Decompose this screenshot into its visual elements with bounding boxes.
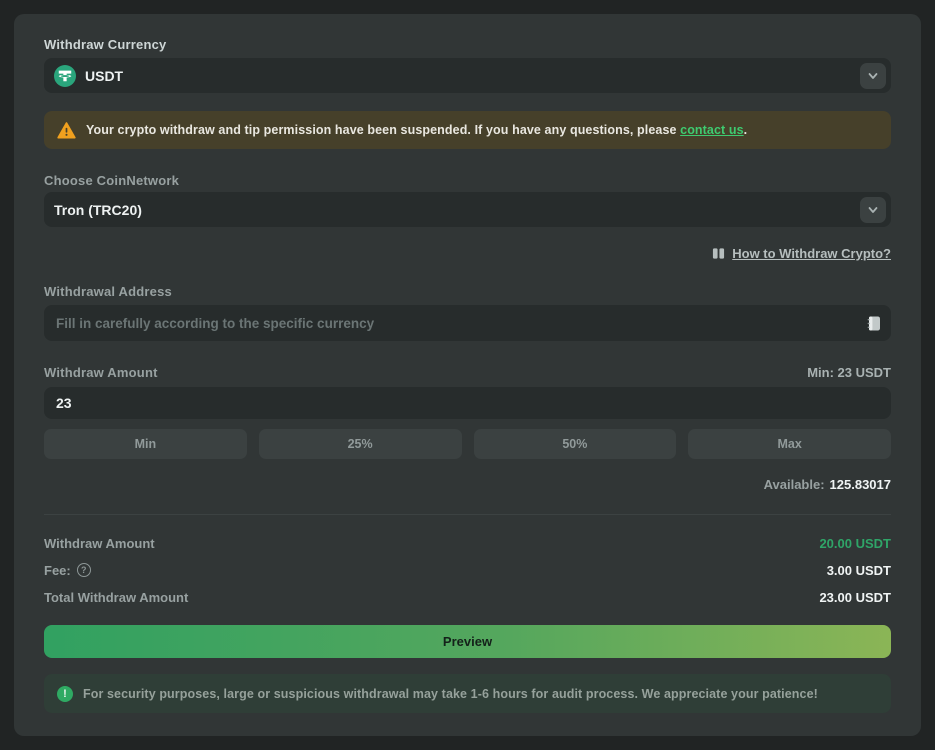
percent-50-button[interactable]: 50% [474,429,677,459]
summary-row-fee: Fee: ? 3.00 USDT [44,562,891,578]
min-button[interactable]: Min [44,429,247,459]
currency-selected-value: USDT [85,68,860,84]
min-amount-label: Min: 23 USDT [807,365,891,380]
summary-amount-value: 20.00 USDT [819,536,891,551]
contact-us-link[interactable]: contact us [680,123,744,137]
help-link-row: How to Withdraw Crypto? [44,245,891,262]
warning-text-suffix: . [744,123,748,137]
suspension-warning-text: Your crypto withdraw and tip permission … [86,123,747,137]
network-select[interactable]: Tron (TRC20) [44,192,891,227]
preview-button[interactable]: Preview [44,625,891,658]
quick-amount-buttons: Min 25% 50% Max [44,429,891,459]
suspension-warning-banner: Your crypto withdraw and tip permission … [44,111,891,149]
warning-triangle-icon [57,122,76,139]
currency-select[interactable]: USDT [44,58,891,93]
info-exclamation-icon: ! [57,686,73,702]
tether-icon [54,65,76,87]
withdraw-amount-field [44,387,891,419]
withdraw-amount-label: Withdraw Amount [44,365,158,380]
paste-icon[interactable] [866,315,882,332]
summary-fee-label: Fee: ? [44,563,91,578]
summary-total-value: 23.00 USDT [819,590,891,605]
question-circle-icon[interactable]: ? [77,563,91,577]
summary-total-label: Total Withdraw Amount [44,590,188,605]
network-selected-value: Tron (TRC20) [54,202,860,218]
withdraw-summary: Withdraw Amount 20.00 USDT Fee: ? 3.00 U… [44,535,891,605]
withdraw-panel: Withdraw Currency USDT Your crypto withd… [14,14,921,736]
fee-label-text: Fee: [44,563,71,578]
security-info-banner: ! For security purposes, large or suspic… [44,674,891,713]
available-value: 125.83017 [830,477,891,492]
chevron-down-icon[interactable] [860,197,886,223]
withdrawal-address-field [44,305,891,341]
withdraw-amount-header: Withdraw Amount Min: 23 USDT [44,365,891,380]
available-label: Available: [764,477,825,492]
withdrawal-address-input[interactable] [56,316,866,331]
book-icon [712,247,725,260]
divider [44,514,891,515]
chevron-down-icon[interactable] [860,63,886,89]
withdraw-amount-input[interactable] [56,395,879,411]
withdraw-currency-label: Withdraw Currency [44,37,891,52]
percent-25-button[interactable]: 25% [259,429,462,459]
warning-text-body: Your crypto withdraw and tip permission … [86,123,677,137]
summary-row-total: Total Withdraw Amount 23.00 USDT [44,589,891,605]
summary-amount-label: Withdraw Amount [44,536,155,551]
security-info-text: For security purposes, large or suspicio… [83,687,818,701]
max-button[interactable]: Max [688,429,891,459]
withdrawal-address-label: Withdrawal Address [44,284,891,299]
summary-fee-value: 3.00 USDT [827,563,891,578]
summary-row-amount: Withdraw Amount 20.00 USDT [44,535,891,551]
available-balance-row: Available: 125.83017 [44,477,891,492]
coin-network-label: Choose CoinNetwork [44,173,891,188]
how-to-withdraw-link[interactable]: How to Withdraw Crypto? [732,246,891,261]
